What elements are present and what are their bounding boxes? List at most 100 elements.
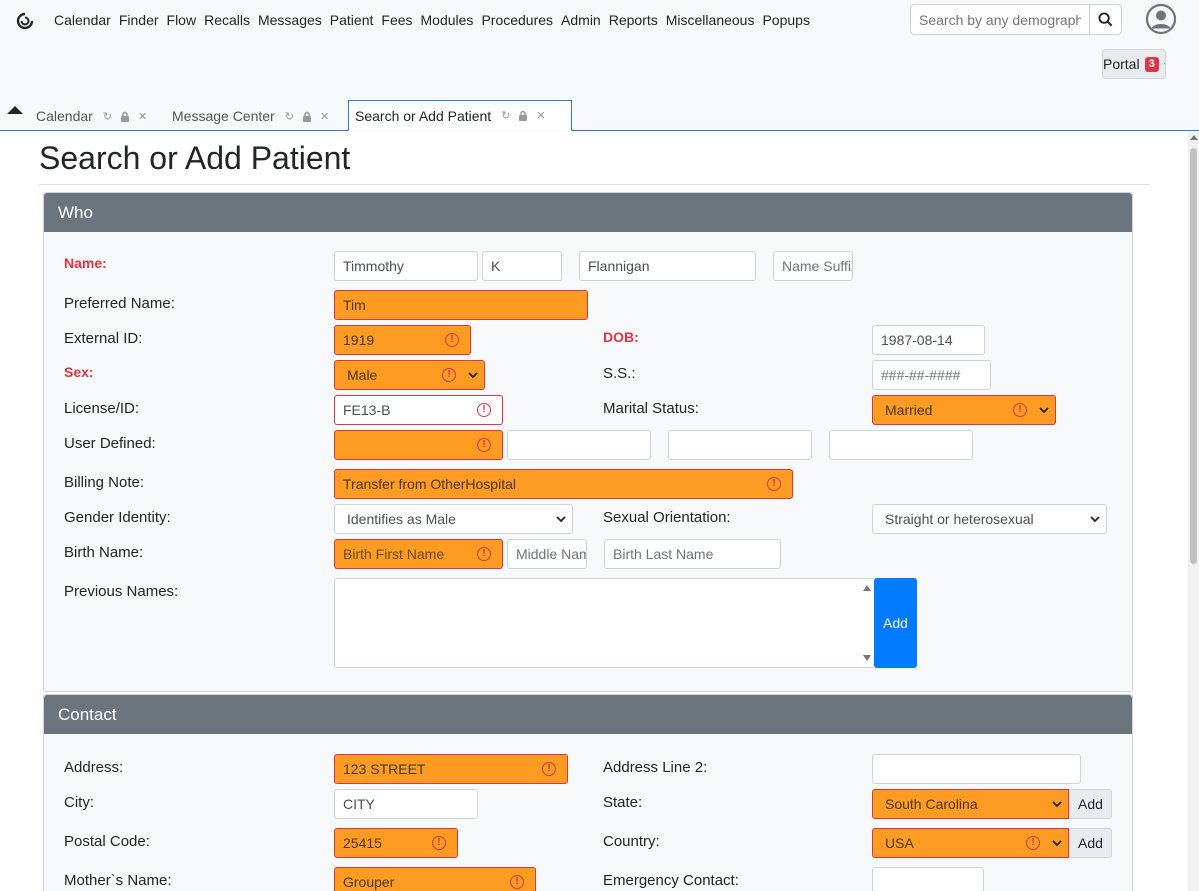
user-avatar-icon[interactable] (1145, 3, 1177, 35)
menu-modules[interactable]: Modules (421, 11, 474, 29)
menu-calendar[interactable]: Calendar (54, 11, 111, 29)
billing-note-field[interactable]: Transfer from OtherHospital ! (334, 469, 793, 499)
menu-flow[interactable]: Flow (167, 11, 197, 29)
emergency-contact-field[interactable] (872, 867, 984, 891)
menu-procedures[interactable]: Procedures (481, 11, 553, 29)
lock-icon[interactable] (518, 110, 528, 121)
portal-button[interactable]: Portal 3 (1102, 49, 1166, 79)
chevron-down-icon (1039, 407, 1049, 414)
gender-identity-label: Gender Identity: (64, 509, 171, 526)
lock-icon[interactable] (120, 111, 130, 122)
menu-finder[interactable]: Finder (119, 11, 159, 29)
warning-icon: ! (442, 368, 456, 382)
contact-card: Contact Address: 123 STREET ! Address Li… (43, 694, 1133, 891)
add-state-button[interactable]: Add (1069, 789, 1112, 819)
address-line-2-label: Address Line 2: (603, 759, 708, 776)
postal-code-field[interactable]: 25415 ! (334, 828, 458, 858)
chevron-down-icon (1052, 840, 1062, 847)
address-field[interactable]: 123 STREET ! (334, 754, 568, 784)
user-defined-field-4[interactable] (829, 430, 973, 460)
external-id-field[interactable]: 1919 ! (334, 325, 471, 355)
menu-messages[interactable]: Messages (258, 11, 322, 29)
billing-note-value: Transfer from OtherHospital (343, 476, 516, 492)
tab-search-or-add-patient[interactable]: Search or Add Patient ↻ ✕ (348, 100, 572, 131)
birth-middle-name-field[interactable]: Middle Name (507, 539, 587, 569)
add-country-button[interactable]: Add (1069, 828, 1112, 858)
gender-identity-value: Identifies as Male (347, 511, 456, 527)
add-previous-name-button[interactable]: Add (874, 578, 917, 668)
portal-count-badge: 3 (1144, 56, 1159, 72)
billing-note-label: Billing Note: (64, 474, 145, 491)
scroll-down-arrow-icon[interactable] (863, 655, 871, 661)
user-defined-field-1[interactable]: ! (334, 430, 503, 460)
close-icon[interactable]: ✕ (138, 110, 147, 123)
menu-reports[interactable]: Reports (609, 11, 658, 29)
mothers-name-value: Grouper (343, 874, 395, 890)
marital-status-select[interactable]: Married ! (872, 395, 1056, 425)
user-defined-label: User Defined: (64, 435, 156, 452)
menu-patient[interactable]: Patient (330, 11, 374, 29)
openemr-logo-icon[interactable] (16, 12, 34, 30)
menu-admin[interactable]: Admin (561, 11, 601, 29)
sex-value: Male (347, 367, 378, 383)
city-field[interactable]: CITY (334, 789, 478, 819)
previous-names-list[interactable] (334, 578, 875, 668)
address-line-2-field[interactable] (872, 754, 1081, 784)
page-scrollbar[interactable] (1188, 132, 1199, 891)
state-select[interactable]: South Carolina (872, 789, 1069, 819)
who-card-header[interactable]: Who (44, 193, 1132, 232)
birth-first-name-field[interactable]: Birth First Name ! (334, 539, 503, 569)
license-field[interactable]: FE13-B ! (334, 395, 503, 425)
user-defined-field-3[interactable] (668, 430, 812, 460)
mothers-name-field[interactable]: Grouper ! (334, 867, 536, 891)
main-menu: Calendar Finder Flow Recalls Messages Pa… (54, 11, 818, 29)
menu-miscellaneous[interactable]: Miscellaneous (666, 11, 755, 29)
state-value: South Carolina (885, 796, 978, 812)
tab-calendar[interactable]: Calendar ↻ ✕ (30, 101, 155, 131)
close-icon[interactable]: ✕ (536, 109, 545, 122)
menu-recalls[interactable]: Recalls (204, 11, 250, 29)
contact-card-header[interactable]: Contact (44, 695, 1132, 734)
birth-name-label: Birth Name: (64, 544, 144, 561)
patient-search (910, 4, 1122, 35)
first-name-field[interactable]: Timmothy (334, 251, 478, 281)
scroll-up-arrow-icon[interactable] (863, 585, 871, 591)
sex-select[interactable]: Male ! (334, 360, 485, 390)
patient-search-input[interactable] (911, 5, 1089, 34)
name-label: Name: (64, 255, 107, 271)
refresh-icon[interactable]: ↻ (285, 110, 294, 123)
sexual-orientation-label: Sexual Orientation: (603, 509, 731, 526)
tab-message-center[interactable]: Message Center ↻ ✕ (166, 101, 337, 131)
close-icon[interactable]: ✕ (320, 110, 329, 123)
menu-fees[interactable]: Fees (381, 11, 412, 29)
address-value: 123 STREET (343, 761, 426, 777)
search-button[interactable] (1089, 5, 1121, 34)
tab-label: Calendar (36, 108, 93, 124)
warning-icon: ! (432, 836, 446, 850)
mothers-name-label: Mother`s Name: (64, 872, 172, 889)
dob-field[interactable]: 1987-08-14 (872, 325, 985, 355)
gender-identity-select[interactable]: Identifies as Male (334, 504, 573, 534)
preferred-name-field[interactable]: Tim (334, 290, 588, 320)
user-defined-field-2[interactable] (507, 430, 651, 460)
marital-status-label: Marital Status: (603, 400, 699, 417)
collapse-arrow-icon[interactable] (7, 106, 23, 114)
birth-last-name-field[interactable]: Birth Last Name (604, 539, 781, 569)
name-suffix-field[interactable]: Name Suffix (773, 251, 853, 281)
scrollbar-thumb[interactable] (1190, 148, 1197, 564)
search-icon (1098, 12, 1113, 27)
refresh-icon[interactable]: ↻ (103, 110, 112, 123)
menu-popups[interactable]: Popups (762, 11, 809, 29)
sexual-orientation-select[interactable]: Straight or heterosexual (872, 504, 1107, 534)
top-navbar: Calendar Finder Flow Recalls Messages Pa… (0, 0, 1199, 100)
who-card: Who Name: Timmothy K Flannigan Name Suff… (43, 192, 1133, 692)
license-value: FE13-B (343, 402, 391, 418)
country-select[interactable]: USA ! (872, 828, 1069, 858)
refresh-icon[interactable]: ↻ (501, 109, 510, 122)
middle-name-field[interactable]: K (482, 251, 562, 281)
last-name-field[interactable]: Flannigan (579, 251, 756, 281)
chevron-down-icon (468, 372, 478, 379)
scroll-up-arrow-icon[interactable] (1190, 135, 1198, 140)
ss-field[interactable]: ###-##-#### (872, 360, 991, 390)
lock-icon[interactable] (302, 111, 312, 122)
